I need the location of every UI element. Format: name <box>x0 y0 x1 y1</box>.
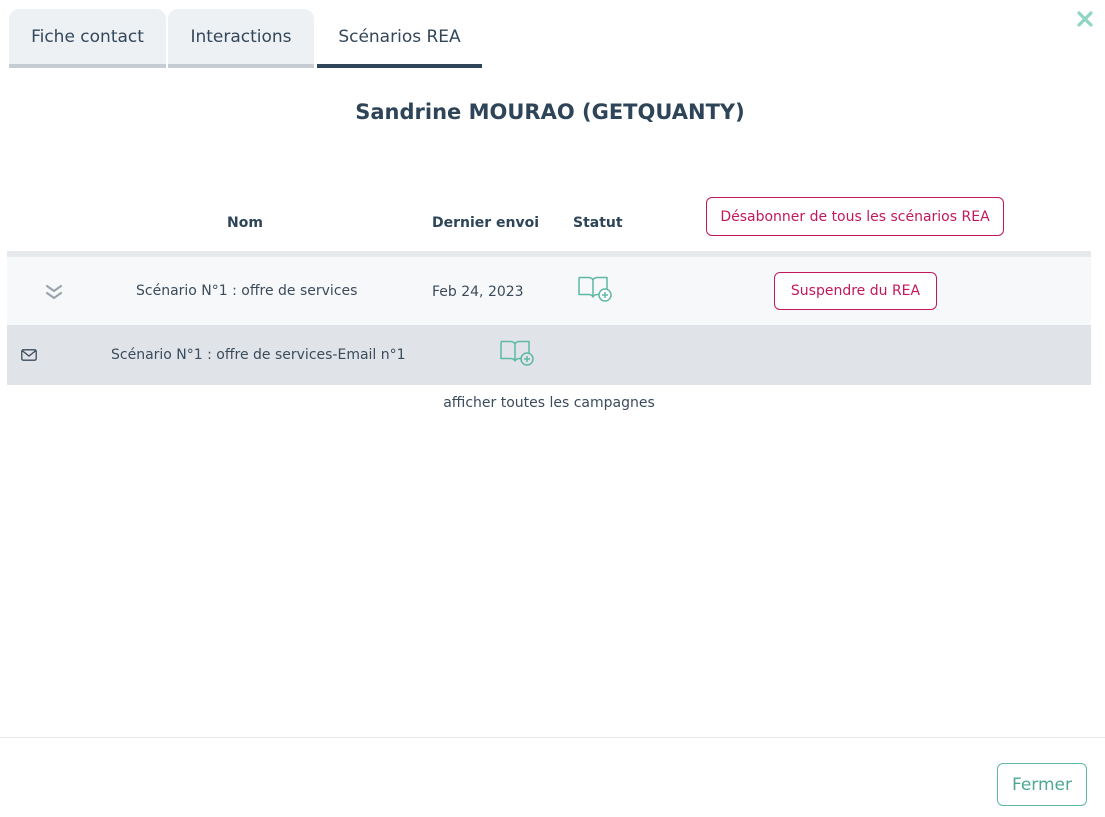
envelope-icon <box>21 349 37 361</box>
scenario-name: Scénario N°1 : offre de services <box>136 283 358 299</box>
email-name: Scénario N°1 : offre de services-Email n… <box>111 347 406 363</box>
tab-interactions[interactable]: Interactions <box>168 9 314 68</box>
tab-scenarios-rea[interactable]: Scénarios REA <box>317 9 482 68</box>
double-chevron-down-icon[interactable] <box>44 283 64 301</box>
last-sent-date: Feb 24, 2023 <box>432 284 524 300</box>
column-header-name: Nom <box>227 215 263 231</box>
column-header-status: Statut <box>573 215 623 231</box>
book-plus-icon <box>500 340 534 366</box>
tab-bar: Fiche contact Interactions Scénarios REA <box>9 9 484 68</box>
book-plus-icon <box>578 276 612 302</box>
unsubscribe-all-button[interactable]: Désabonner de tous les scénarios REA <box>706 197 1004 236</box>
page-title: Sandrine MOURAO (GETQUANTY) <box>355 100 745 124</box>
show-all-campaigns-link[interactable]: afficher toutes les campagnes <box>0 395 1098 411</box>
close-icon[interactable] <box>1075 9 1095 29</box>
column-header-last-sent: Dernier envoi <box>432 215 540 231</box>
footer-divider <box>0 737 1105 738</box>
close-button[interactable]: Fermer <box>997 763 1087 806</box>
tab-fiche-contact[interactable]: Fiche contact <box>9 9 166 68</box>
suspend-rea-button[interactable]: Suspendre du REA <box>774 272 937 310</box>
